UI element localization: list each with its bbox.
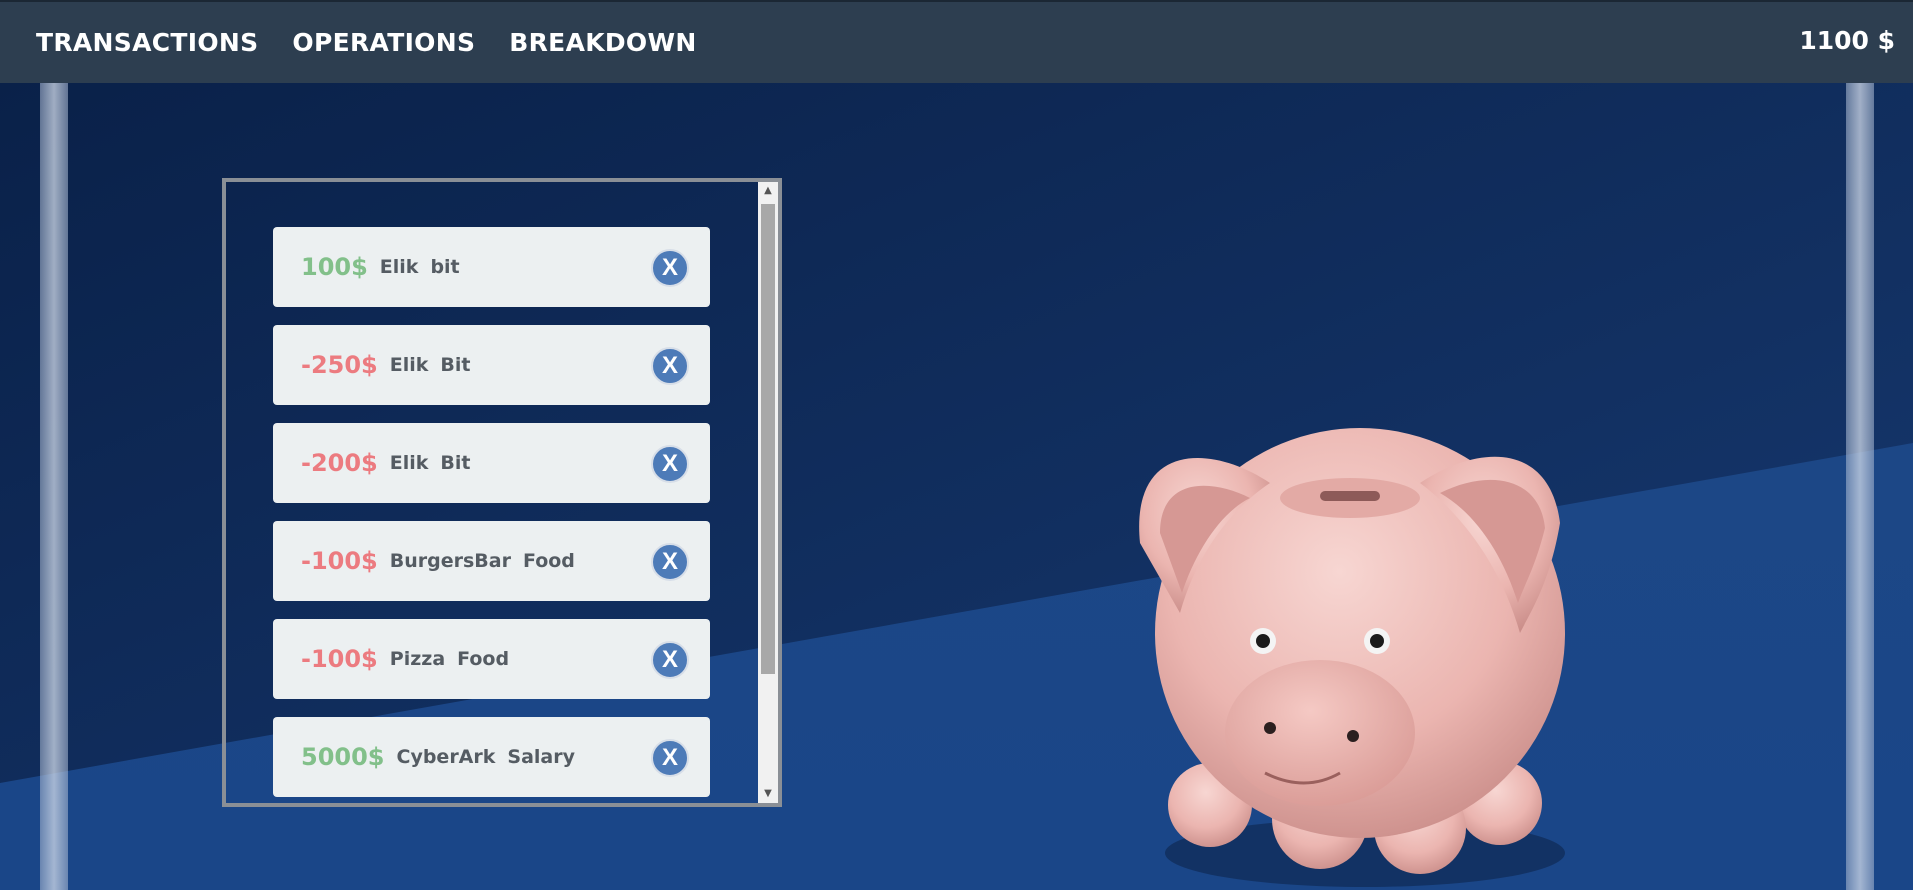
transaction-amount: -200$ (301, 449, 378, 477)
delete-transaction-button[interactable]: X (651, 641, 689, 679)
nav-transactions-link[interactable]: TRANSACTIONS (36, 28, 258, 57)
transaction-card: -200$ Elik Bit X (273, 423, 710, 503)
background-scene: 100$ Elik bit X -250$ Elik Bit X -200$ E… (0, 83, 1913, 890)
transaction-vendor: CyberArk (396, 746, 496, 768)
transaction-category: Bit (440, 354, 471, 376)
transaction-amount: -250$ (301, 351, 378, 379)
transaction-category: Food (457, 648, 510, 670)
transaction-category: Bit (440, 452, 471, 474)
transaction-vendor: Elik (379, 256, 419, 278)
left-frame-pillar (40, 83, 68, 890)
transaction-card: -100$ BurgersBar Food X (273, 521, 710, 601)
transaction-vendor: Elik (389, 354, 429, 376)
transaction-card: -100$ Pizza Food X (273, 619, 710, 699)
transaction-card: 5000$ CyberArk Salary X (273, 717, 710, 797)
transaction-category: bit (430, 256, 460, 278)
transaction-amount: -100$ (301, 645, 378, 673)
transaction-amount: -100$ (301, 547, 378, 575)
delete-transaction-button[interactable]: X (651, 249, 689, 287)
transactions-list-container[interactable]: 100$ Elik bit X -250$ Elik Bit X -200$ E… (222, 178, 782, 807)
top-navbar: TRANSACTIONS OPERATIONS BREAKDOWN 1100 $ (0, 0, 1913, 83)
delete-transaction-button[interactable]: X (651, 739, 689, 777)
delete-transaction-button[interactable]: X (651, 543, 689, 581)
transactions-list: 100$ Elik bit X -250$ Elik Bit X -200$ E… (226, 182, 758, 803)
nav-operations-link[interactable]: OPERATIONS (292, 28, 475, 57)
transaction-amount: 100$ (301, 253, 368, 281)
transaction-amount: 5000$ (301, 743, 385, 771)
transaction-vendor: Pizza (389, 648, 446, 670)
list-scrollbar[interactable]: ▲ ▼ (758, 182, 778, 803)
transaction-vendor: Elik (389, 452, 429, 474)
transaction-category: Salary (507, 746, 576, 768)
right-frame-pillar (1846, 83, 1874, 890)
scroll-up-arrow-icon[interactable]: ▲ (758, 182, 778, 200)
delete-transaction-button[interactable]: X (651, 445, 689, 483)
nav-breakdown-link[interactable]: BREAKDOWN (509, 28, 696, 57)
transaction-vendor: BurgersBar (389, 550, 511, 572)
delete-transaction-button[interactable]: X (651, 347, 689, 385)
balance-display: 1100 $ (1799, 26, 1895, 55)
piggy-bank-image (1139, 428, 1565, 887)
scroll-thumb[interactable] (761, 204, 775, 674)
transaction-card: -250$ Elik Bit X (273, 325, 710, 405)
scroll-down-arrow-icon[interactable]: ▼ (758, 785, 778, 803)
transaction-category: Food (522, 550, 575, 572)
transaction-card: 100$ Elik bit X (273, 227, 710, 307)
